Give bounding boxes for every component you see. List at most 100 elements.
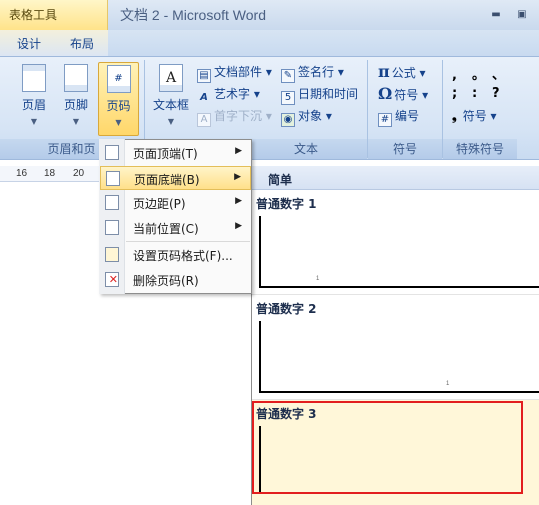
numbering-label: 编号 <box>395 109 420 123</box>
object-label: 对象 <box>298 109 323 123</box>
ruler-tick: 18 <box>44 168 56 179</box>
quick-parts-button[interactable]: ▤ 文档部件 ▾ <box>197 62 272 83</box>
current-position-icon <box>105 220 119 235</box>
chevron-right-icon: ▶ <box>235 146 242 156</box>
special-symbol[interactable]: 。 <box>472 64 492 83</box>
date-time-button[interactable]: 5 日期和时间 <box>281 84 359 105</box>
minimize-icon[interactable]: ▬ <box>491 10 501 20</box>
page-preview-edge <box>259 286 539 288</box>
menu-item-top-of-page[interactable]: 页面顶端(T) ▶ <box>100 141 251 165</box>
special-symbol-more-button[interactable]: ❟ 符号 ▾ <box>452 106 497 126</box>
menu-item-label: 设置页码格式(F)... <box>133 249 233 263</box>
signature-line-button[interactable]: ✎ 签名行 ▾ <box>281 62 344 83</box>
special-symbol-more-label: 符号 <box>462 109 487 123</box>
menu-item-format-page-numbers[interactable]: 设置页码格式(F)... <box>100 243 251 267</box>
page-margin-icon <box>105 195 119 210</box>
quick-parts-icon: ▤ <box>197 69 211 83</box>
special-symbol[interactable]: ; <box>452 86 472 101</box>
chevron-right-icon: ▶ <box>235 196 242 206</box>
restore-icon[interactable]: ▣ <box>517 10 527 20</box>
equation-label: 公式 <box>391 66 416 80</box>
drop-cap-icon: A <box>197 113 211 127</box>
calendar-icon: 5 <box>281 91 295 105</box>
wordart-icon: A <box>200 92 208 103</box>
group-label-special-symbols: 特殊符号 <box>443 139 517 159</box>
chevron-down-icon: ▼ <box>167 117 175 126</box>
chevron-right-icon: ▶ <box>234 172 241 182</box>
footer-button[interactable]: 页脚 ▼ <box>56 62 96 136</box>
page-number-preview: 1 <box>316 276 320 282</box>
gallery-section-title: 简单 <box>268 173 293 187</box>
header-icon <box>22 64 46 92</box>
footer-label: 页脚 <box>63 98 88 112</box>
selection-highlight-box <box>252 401 523 494</box>
chevron-down-icon: ▼ <box>30 117 38 126</box>
special-symbol[interactable]: , <box>452 68 472 83</box>
footer-icon <box>64 64 88 92</box>
menu-item-label: 页边距(P) <box>133 197 186 211</box>
menu-item-current-position[interactable]: 当前位置(C) ▶ <box>100 216 251 240</box>
page-preview-edge <box>259 391 539 393</box>
menu-item-label: 页面底端(B) <box>134 173 200 187</box>
chevron-right-icon: ▶ <box>235 221 242 231</box>
header-button[interactable]: 页眉 ▼ <box>14 62 54 136</box>
header-label: 页眉 <box>21 98 46 112</box>
page-number-label: 页码 <box>106 99 131 113</box>
menu-item-label: 当前位置(C) <box>133 222 199 236</box>
signature-line-icon: ✎ <box>281 69 295 83</box>
text-box-icon: A <box>159 64 183 92</box>
pi-icon: π <box>378 62 390 81</box>
symbol-mark-icon: ❟ <box>452 109 457 123</box>
format-page-number-icon <box>105 247 119 262</box>
remove-page-number-icon: ✕ <box>105 272 119 287</box>
context-tab-title: 表格工具 <box>9 8 58 22</box>
page-top-icon <box>105 145 119 160</box>
special-symbol-row-2: ;:? <box>452 86 512 101</box>
signature-line-label: 签名行 <box>298 65 335 79</box>
tab-layout[interactable]: 布局 <box>70 35 94 52</box>
page-preview-edge <box>259 321 261 393</box>
wordart-label: 艺术字 <box>214 87 251 101</box>
gallery-header <box>252 166 539 190</box>
drop-cap-button[interactable]: A 首字下沉 ▾ <box>197 106 272 127</box>
menu-item-bottom-of-page[interactable]: 页面底端(B) ▶ <box>100 166 251 190</box>
special-symbol-row-1: ,。、 <box>452 64 512 83</box>
date-time-label: 日期和时间 <box>298 87 359 101</box>
menu-separator <box>126 241 250 242</box>
page-number-button[interactable]: # 页码 ▼ <box>98 62 139 136</box>
page-number-icon: # <box>106 65 131 93</box>
window-title: 文档 2 - Microsoft Word <box>120 7 266 23</box>
menu-item-label: 页面顶端(T) <box>133 147 198 161</box>
object-button[interactable]: ◉ 对象 ▾ <box>281 106 332 127</box>
equation-button[interactable]: π 公式 ▾ <box>378 62 426 82</box>
page-bottom-icon <box>106 171 120 186</box>
menu-item-remove-page-numbers[interactable]: ✕ 删除页码(R) <box>100 268 251 292</box>
menu-item-label: 删除页码(R) <box>133 274 199 288</box>
quick-parts-label: 文档部件 <box>214 65 263 79</box>
omega-icon: Ω <box>378 84 393 103</box>
text-box-button[interactable]: A 文本框 ▼ <box>150 62 192 136</box>
tab-design[interactable]: 设计 <box>17 35 41 52</box>
object-icon: ◉ <box>281 113 295 127</box>
gallery-item-title: 普通数字 2 <box>256 302 317 316</box>
numbering-icon: # <box>378 113 392 127</box>
group-label-text-label: 文本 <box>293 142 318 156</box>
drop-cap-label: 首字下沉 <box>214 109 263 123</box>
ruler-tick: 16 <box>16 168 28 179</box>
special-symbol[interactable]: ? <box>492 86 508 101</box>
symbol-label: 符号 <box>394 88 419 102</box>
page-number-preview: 1 <box>446 381 450 387</box>
special-symbol[interactable]: : <box>472 86 492 101</box>
text-box-label: 文本框 <box>152 98 189 112</box>
ruler-tick: 20 <box>73 168 85 179</box>
gallery-item-title: 普通数字 1 <box>256 197 317 211</box>
menu-item-page-margins[interactable]: 页边距(P) ▶ <box>100 191 251 215</box>
symbol-button[interactable]: Ω 符号 ▾ <box>378 84 428 104</box>
page-preview-edge <box>259 216 261 288</box>
chevron-down-icon: ▼ <box>72 117 80 126</box>
wordart-button[interactable]: A 艺术字 ▾ <box>197 84 260 104</box>
chevron-down-icon: ▼ <box>115 118 122 127</box>
group-label-symbols: 符号 <box>368 139 442 159</box>
special-symbol[interactable]: 、 <box>492 64 508 83</box>
numbering-button[interactable]: # 编号 <box>378 106 420 127</box>
